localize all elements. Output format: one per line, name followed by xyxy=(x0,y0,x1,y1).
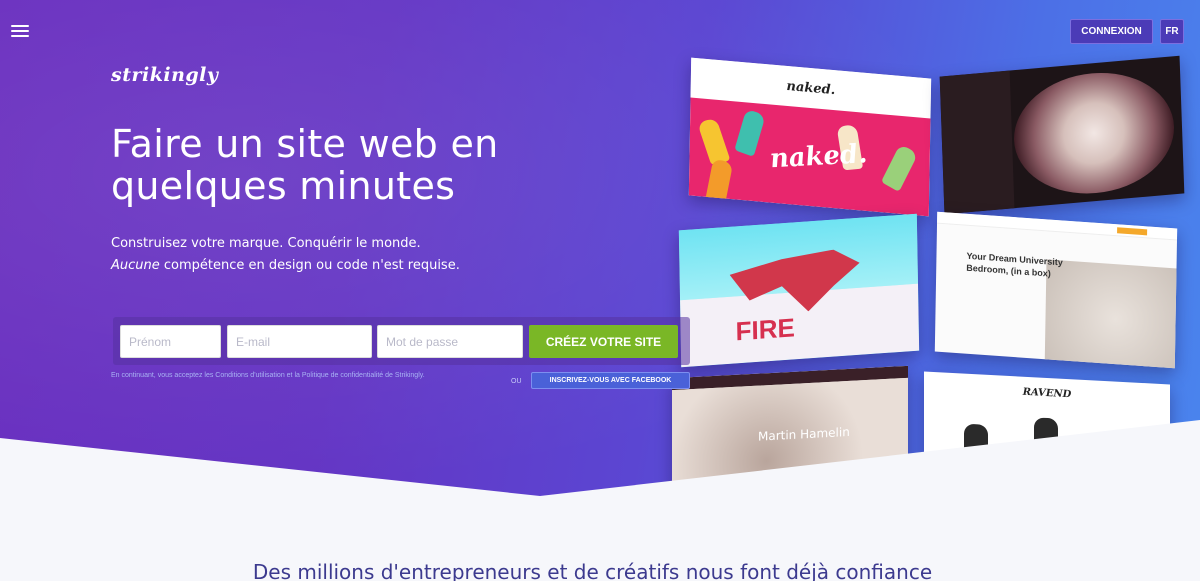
password-input[interactable]: Mot de passe xyxy=(377,325,523,358)
hero-section: naked. naked. FIRE Your Dream University… xyxy=(0,0,1200,581)
flower-image xyxy=(1011,66,1177,201)
flowers-sidebar xyxy=(939,70,1015,215)
firstname-input[interactable]: Prénom xyxy=(120,325,221,358)
fire-word: FIRE xyxy=(735,312,796,347)
hamburger-menu-icon[interactable] xyxy=(11,25,29,39)
showcase-card-naked: naked. naked. xyxy=(688,57,932,217)
email-input[interactable]: E-mail xyxy=(227,325,372,358)
create-site-button[interactable]: CRÉEZ VOTRE SITE xyxy=(529,325,678,358)
or-separator: OU xyxy=(511,378,522,385)
hero-subtitle: Construisez votre marque. Conquérir le m… xyxy=(111,233,460,277)
strikingly-logo[interactable]: strikingly xyxy=(111,64,218,86)
showcase-card-flowers xyxy=(939,55,1185,215)
naked-brand-text: naked. xyxy=(768,139,869,175)
showcase-card-fire: FIRE xyxy=(678,213,920,368)
subtitle-line-1: Construisez votre marque. Conquérir le m… xyxy=(111,236,421,251)
trust-tagline: Des millions d'entrepreneurs et de créat… xyxy=(252,560,933,581)
subtitle-line-2: Aucune compétence en design ou code n'es… xyxy=(111,258,460,273)
hero-headline: Faire un site web en quelques minutes xyxy=(111,122,581,208)
connexion-button[interactable]: CONNEXION xyxy=(1070,19,1153,44)
headline-line-1: Faire un site web en xyxy=(111,122,499,166)
language-button[interactable]: FR xyxy=(1160,19,1184,44)
headline-line-2: quelques minutes xyxy=(111,163,456,208)
dorm-title: Your Dream University Bedroom, (in a box… xyxy=(966,250,1063,279)
signup-form: Prénom E-mail Mot de passe CRÉEZ VOTRE S… xyxy=(113,317,690,365)
showcase-card-dorm: Your Dream University Bedroom, (in a box… xyxy=(934,211,1178,369)
legal-notice: En continuant, vous acceptez les Conditi… xyxy=(111,372,425,379)
facebook-signup-button[interactable]: INSCRIVEZ-VOUS AVEC FACEBOOK xyxy=(531,372,690,389)
